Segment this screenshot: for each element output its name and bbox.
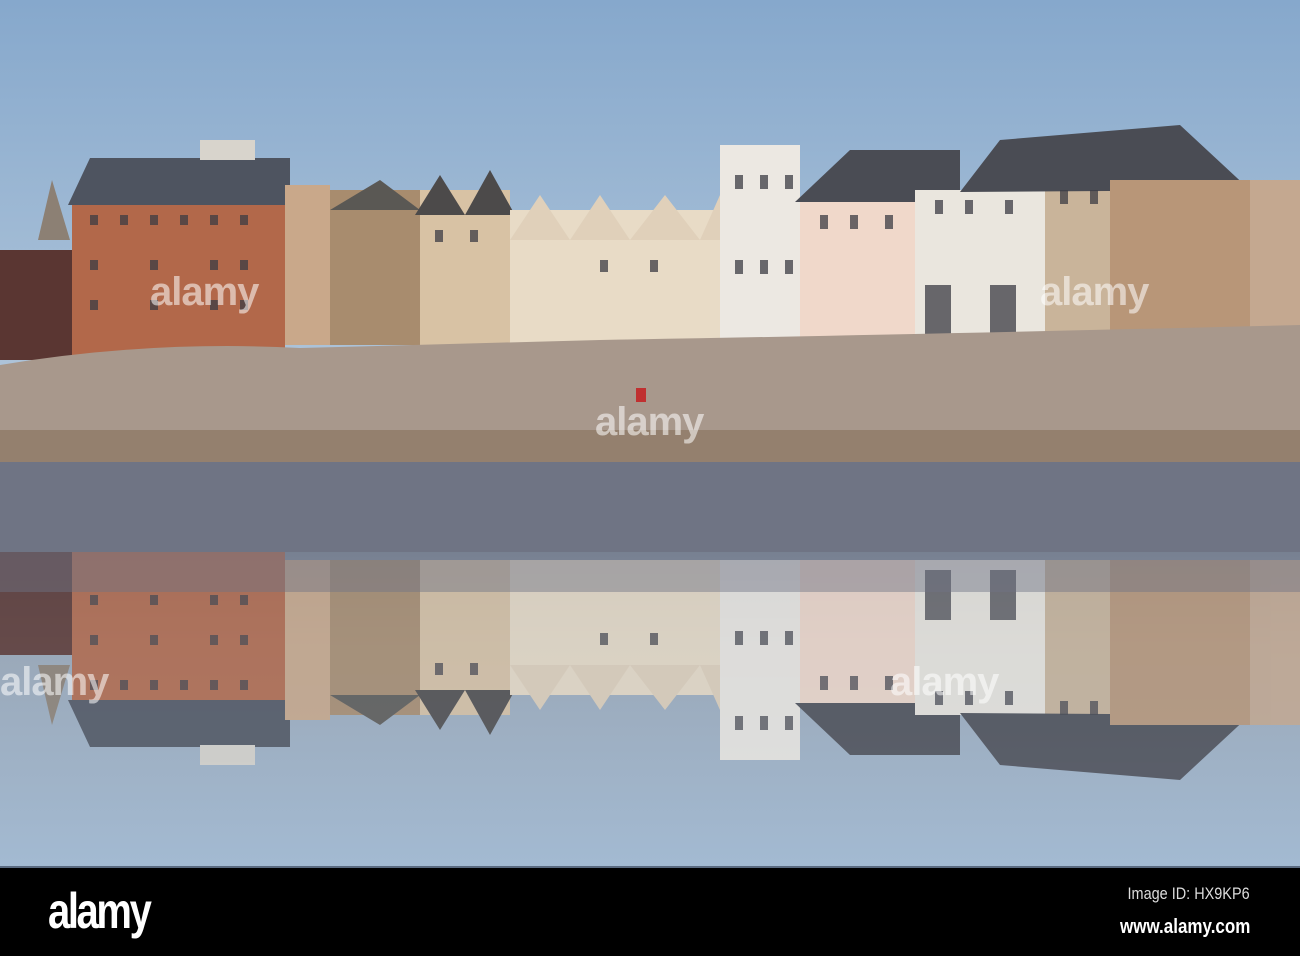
stock-footer: alamy Image ID: HX9KP6 www.alamy.com bbox=[0, 866, 1300, 956]
watermark: alamy bbox=[1040, 270, 1149, 314]
watermark: alamy bbox=[0, 660, 109, 704]
watermark: alamy bbox=[150, 270, 259, 314]
stock-photo-page: alamy alamy alamy alamy alamy alamy Imag… bbox=[0, 0, 1300, 956]
site-url[interactable]: www.alamy.com bbox=[1120, 916, 1250, 939]
mudflat bbox=[0, 462, 1300, 554]
watermark: alamy bbox=[595, 400, 704, 444]
watermark: alamy bbox=[890, 660, 999, 704]
tidal-pool-reflection bbox=[0, 552, 1300, 866]
image-id: Image ID: HX9KP6 bbox=[1127, 884, 1250, 903]
alamy-logo[interactable]: alamy bbox=[48, 882, 152, 940]
